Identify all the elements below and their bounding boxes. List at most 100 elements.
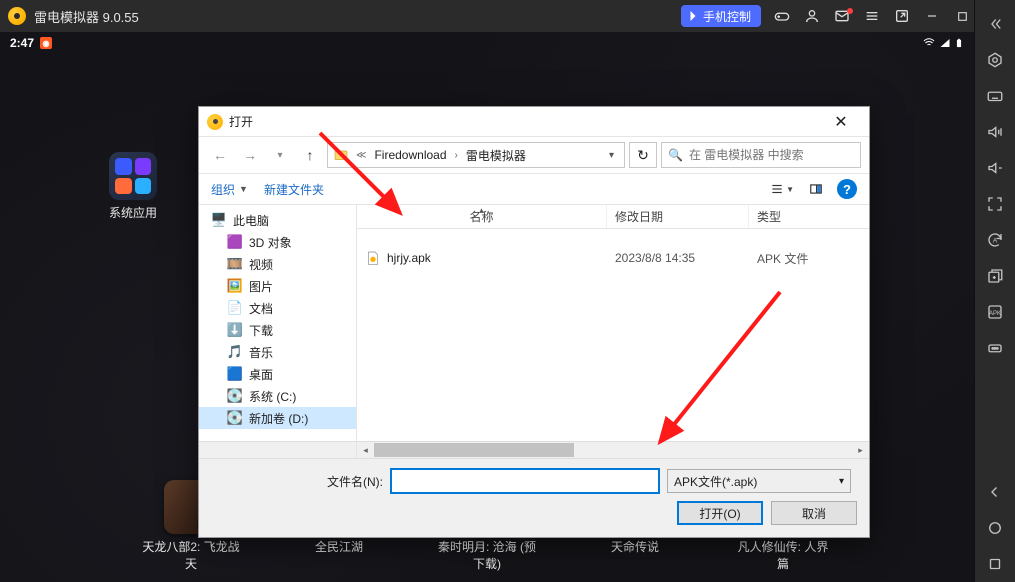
refresh-button[interactable]: ↻ xyxy=(629,142,657,168)
breadcrumb-chevron-icon[interactable]: › xyxy=(453,150,460,161)
sync-icon[interactable]: A xyxy=(979,224,1011,256)
tree-item[interactable]: 💽 系统 (C:) xyxy=(199,385,356,407)
tree-item[interactable]: 🖥️ 此电脑 xyxy=(199,209,356,231)
desktop-icon-label: 系统应用 xyxy=(93,204,173,221)
pc-icon: 🖥️ xyxy=(211,212,227,228)
search-icon: 🔍 xyxy=(668,148,683,162)
search-input[interactable] xyxy=(689,148,854,162)
breadcrumb-sep[interactable]: ≪ xyxy=(354,150,368,161)
video-icon: 🎞️ xyxy=(227,256,243,272)
nav-back-icon[interactable] xyxy=(979,476,1011,508)
view-mode-button[interactable]: ▼ xyxy=(769,178,795,200)
install-apk-icon[interactable]: APK xyxy=(979,296,1011,328)
keyboard-icon[interactable] xyxy=(979,80,1011,112)
doc-icon: 📄 xyxy=(227,300,243,316)
tree-item[interactable]: 🖼️ 图片 xyxy=(199,275,356,297)
file-open-dialog: 打开 ✕ ← → ▾ ↑ ≪ Firedownload › 雷电模拟器 ▾ ↻ … xyxy=(198,106,870,538)
dock-item-label: 天龙八部2: 飞龙战天 xyxy=(141,538,241,572)
search-box[interactable]: 🔍 xyxy=(661,142,861,168)
volume-up-icon[interactable] xyxy=(979,116,1011,148)
svg-text:APK: APK xyxy=(989,311,1001,317)
folder-icon xyxy=(332,146,350,164)
tree-item[interactable]: 🟪 3D 对象 xyxy=(199,231,356,253)
nav-up-button[interactable]: ↑ xyxy=(297,142,323,168)
preview-pane-button[interactable] xyxy=(803,178,829,200)
emulator-desktop: 2:47 ◉ 系统应用 天龙八部2: 飞龙战天 全民江湖 秦时明月: 沧海 (预… xyxy=(0,32,974,582)
image-icon: 🖼️ xyxy=(227,278,243,294)
wifi-icon xyxy=(922,37,936,49)
dialog-close-icon[interactable]: ✕ xyxy=(821,110,861,134)
volume-down-icon[interactable] xyxy=(979,152,1011,184)
tree-item[interactable]: 🟦桌面 xyxy=(199,363,356,385)
breadcrumb[interactable]: 雷电模拟器 xyxy=(462,145,530,166)
address-bar[interactable]: ≪ Firedownload › 雷电模拟器 ▾ xyxy=(327,142,625,168)
scroll-thumb[interactable] xyxy=(374,443,574,457)
tree-item[interactable]: ⬇️ 下载 xyxy=(199,319,356,341)
menu-icon[interactable] xyxy=(859,4,885,28)
multi-window-icon[interactable] xyxy=(979,260,1011,292)
dialog-app-icon xyxy=(207,114,223,130)
nav-recent-dropdown[interactable]: ▾ xyxy=(267,142,293,168)
settings-hex-icon[interactable] xyxy=(979,44,1011,76)
folder-tree: 🖥️ 此电脑 🟪 3D 对象 🎞️视频 🖼️ 图片 📄文档 ⬇️ 下载 🎵音乐🟦桌面 💽 系统 (C:)… xyxy=(199,205,357,441)
maximize-icon[interactable] xyxy=(949,4,975,28)
right-toolbar: A APK xyxy=(974,0,1015,582)
address-dropdown-icon[interactable]: ▾ xyxy=(603,146,620,165)
statusbar-time: 2:47 xyxy=(10,36,34,50)
cancel-button[interactable]: 取消 xyxy=(771,501,857,525)
nav-recent-icon[interactable] xyxy=(979,548,1011,580)
tree-item[interactable]: 📄文档 xyxy=(199,297,356,319)
tree-item-label: 桌面 xyxy=(249,366,273,383)
minimize-icon[interactable] xyxy=(919,4,945,28)
dock-item-label: 秦时明月: 沧海 (预下载) xyxy=(437,538,537,572)
open-button[interactable]: 打开(O) xyxy=(677,501,763,525)
tree-item-label: 新加卷 (D:) xyxy=(249,410,308,427)
col-header-date[interactable]: 修改日期 xyxy=(607,205,749,228)
nav-back-button[interactable]: ← xyxy=(207,142,233,168)
fullscreen-icon[interactable] xyxy=(979,188,1011,220)
tree-item[interactable]: 🎵音乐 xyxy=(199,341,356,363)
tree-item-label: 此电脑 xyxy=(233,212,269,229)
phone-control-button[interactable]: 手机控制 xyxy=(681,5,761,27)
tree-item[interactable]: 💽新加卷 (D:) xyxy=(199,407,356,429)
new-folder-button[interactable]: 新建文件夹 xyxy=(264,181,324,198)
3d-icon: 🟪 xyxy=(227,234,243,250)
android-statusbar: 2:47 ◉ xyxy=(0,32,974,54)
breadcrumb[interactable]: Firedownload xyxy=(370,146,450,164)
nav-home-icon[interactable] xyxy=(979,512,1011,544)
titlebar: 雷电模拟器 9.0.55 手机控制 xyxy=(0,0,1015,32)
organize-button[interactable]: 组织▼ xyxy=(211,181,248,198)
app-title: 雷电模拟器 9.0.55 xyxy=(34,7,139,26)
list-header: ▴名称 修改日期 类型 xyxy=(357,205,869,229)
dialog-nav: ← → ▾ ↑ ≪ Firedownload › 雷电模拟器 ▾ ↻ 🔍 xyxy=(199,137,869,173)
tree-item-label: 3D 对象 xyxy=(249,234,292,251)
download-icon: ⬇️ xyxy=(227,322,243,338)
battery-icon xyxy=(954,36,964,50)
account-icon[interactable] xyxy=(799,4,825,28)
collapse-toolbar-icon[interactable] xyxy=(979,8,1011,40)
tree-item-label: 下载 xyxy=(249,322,273,339)
file-list: ▴名称 修改日期 类型 hjrjy.apk2023/8/8 14:35APK 文… xyxy=(357,205,869,441)
dialog-title: 打开 xyxy=(229,113,253,130)
filename-label: 文件名(N): xyxy=(211,473,383,490)
nav-forward-button[interactable]: → xyxy=(237,142,263,168)
desktop-icon-system-apps[interactable]: 系统应用 xyxy=(93,152,173,221)
tree-item-label: 系统 (C:) xyxy=(249,388,296,405)
gamepad-icon[interactable] xyxy=(769,4,795,28)
popout-icon[interactable] xyxy=(889,4,915,28)
col-header-name[interactable]: ▴名称 xyxy=(357,205,607,228)
app-logo-icon xyxy=(8,7,26,25)
file-row[interactable]: hjrjy.apk2023/8/8 14:35APK 文件 xyxy=(357,247,869,269)
help-button[interactable]: ? xyxy=(837,179,857,199)
tree-item-label: 图片 xyxy=(249,278,273,295)
dock-item-label: 全民江湖 xyxy=(289,538,389,555)
horizontal-scrollbar[interactable]: ◂▸ xyxy=(199,441,869,458)
filetype-dropdown[interactable]: APK文件(*.apk)▾ xyxy=(667,469,851,493)
more-icon[interactable] xyxy=(979,332,1011,364)
filename-input[interactable] xyxy=(391,469,659,493)
mail-icon[interactable] xyxy=(829,4,855,28)
tree-item[interactable]: 🎞️视频 xyxy=(199,253,356,275)
col-header-type[interactable]: 类型 xyxy=(749,205,869,228)
apk-file-icon xyxy=(365,250,381,266)
drive-icon: 💽 xyxy=(227,388,243,404)
